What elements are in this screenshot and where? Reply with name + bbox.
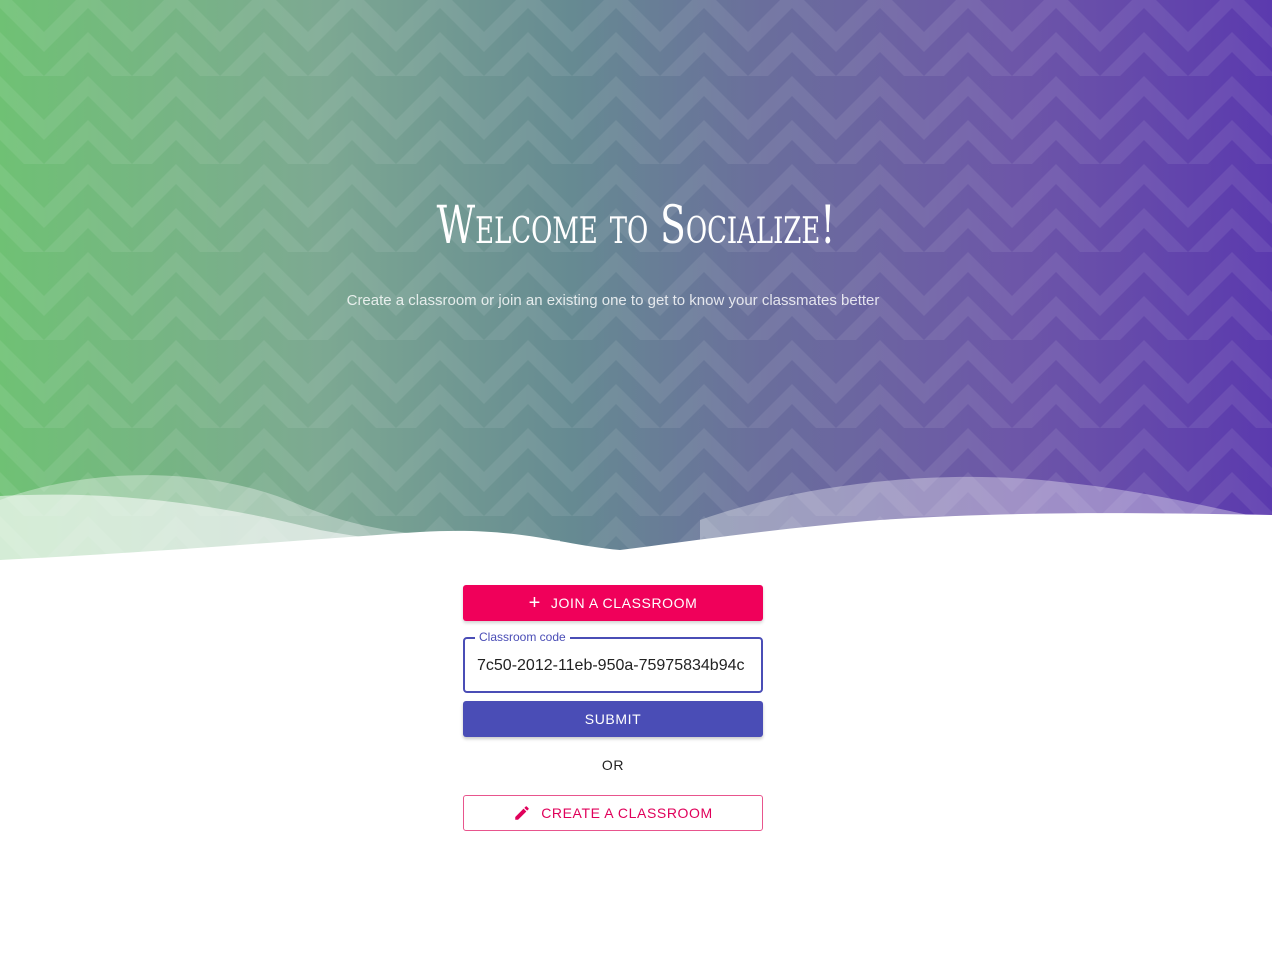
hero-banner: Welcome to Socialize! Create a classroom… (0, 0, 1272, 570)
submit-button[interactable]: Submit (463, 701, 763, 737)
classroom-code-label: Classroom code (475, 630, 570, 644)
join-classroom-button[interactable]: + Join a classroom (463, 585, 763, 621)
page-subtitle: Create a classroom or join an existing o… (346, 292, 880, 309)
page-title: Welcome to Socialize! (436, 196, 836, 256)
classroom-code-input[interactable] (477, 655, 749, 677)
plus-icon: + (528, 592, 541, 614)
join-classroom-label: Join a classroom (550, 595, 698, 611)
classroom-form: + Join a classroom Classroom code Submit… (463, 585, 763, 831)
classroom-code-field[interactable]: Classroom code (463, 630, 763, 693)
pencil-icon (513, 804, 531, 822)
create-classroom-button[interactable]: Create a classroom (463, 795, 763, 831)
create-classroom-label: Create a classroom (541, 805, 713, 821)
or-divider: OR (601, 757, 625, 773)
wave-divider (0, 475, 1272, 570)
submit-label: Submit (584, 711, 642, 727)
